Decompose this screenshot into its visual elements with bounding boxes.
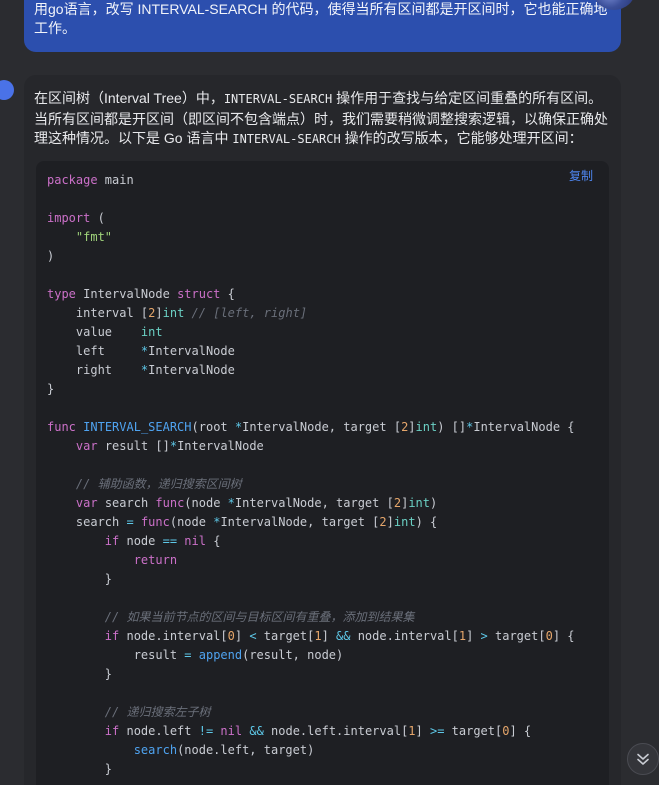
user-message-text: 用go语言，改写 INTERVAL-SEARCH 的代码，使得当所有区间都是开区…: [34, 1, 608, 36]
code-line: }: [47, 382, 55, 396]
inline-code-interval-search-2: INTERVAL-SEARCH: [232, 132, 341, 146]
code-line: var search func(node *IntervalNode, targ…: [75, 496, 438, 510]
code-line: }: [47, 667, 113, 681]
code-line: right *IntervalNode: [47, 363, 235, 377]
code-line: value int: [47, 325, 163, 339]
code-content: package main import ( "fmt" ) type Inter…: [47, 171, 575, 779]
inline-code-interval-search: INTERVAL-SEARCH: [223, 92, 333, 106]
chat-view: 用go语言，改写 INTERVAL-SEARCH 的代码，使得当所有区间都是开区…: [0, 0, 659, 785]
intro-part-1: 在区间树（Interval Tree）中，: [34, 90, 224, 106]
code-line: result = append(result, node): [47, 648, 344, 662]
code-line: if node.left != nil && node.left.interva…: [104, 724, 532, 738]
code-line: if node.interval[0] < target[1] && node.…: [104, 629, 575, 643]
scroll-to-bottom-button[interactable]: [627, 743, 659, 775]
assistant-intro-text: 在区间树（Interval Tree）中，INTERVAL-SEARCH 操作用…: [34, 89, 612, 150]
code-line: search = func(node *IntervalNode, target…: [47, 515, 438, 529]
code-line: // 递归搜索左子树: [104, 705, 211, 719]
code-line: return: [133, 553, 178, 567]
user-message-bubble: 用go语言，改写 INTERVAL-SEARCH 的代码，使得当所有区间都是开区…: [24, 0, 635, 52]
assistant-avatar: [0, 80, 14, 100]
double-chevron-down-icon: [637, 753, 649, 765]
code-line: ): [47, 249, 55, 263]
code-line: func INTERVAL_SEARCH(root *IntervalNode,…: [47, 420, 575, 434]
code-line: "fmt": [75, 230, 113, 244]
code-block: 复制 package main import ( "fmt" ) type In…: [36, 161, 609, 785]
code-line: }: [47, 572, 113, 586]
code-line: // 如果当前节点的区间与目标区间有重叠，添加到结果集: [104, 610, 415, 624]
code-line: type IntervalNode struct {: [47, 287, 235, 301]
code-line: package main: [47, 173, 134, 187]
code-line: if node == nil {: [104, 534, 221, 548]
code-line: }: [47, 762, 113, 776]
code-line: import (: [47, 211, 105, 225]
assistant-message: 在区间树（Interval Tree）中，INTERVAL-SEARCH 操作用…: [24, 75, 621, 785]
code-line: var result []*IntervalNode: [75, 439, 264, 453]
code-line: interval [2]int // [left, right]: [47, 306, 308, 320]
intro-part-3: 操作的改写版本，它能够处理开区间：: [340, 130, 583, 146]
code-line: search(node.left, target): [133, 743, 315, 757]
code-line: // 辅助函数，递归搜索区间树: [75, 477, 242, 491]
code-line: left *IntervalNode: [47, 344, 235, 358]
